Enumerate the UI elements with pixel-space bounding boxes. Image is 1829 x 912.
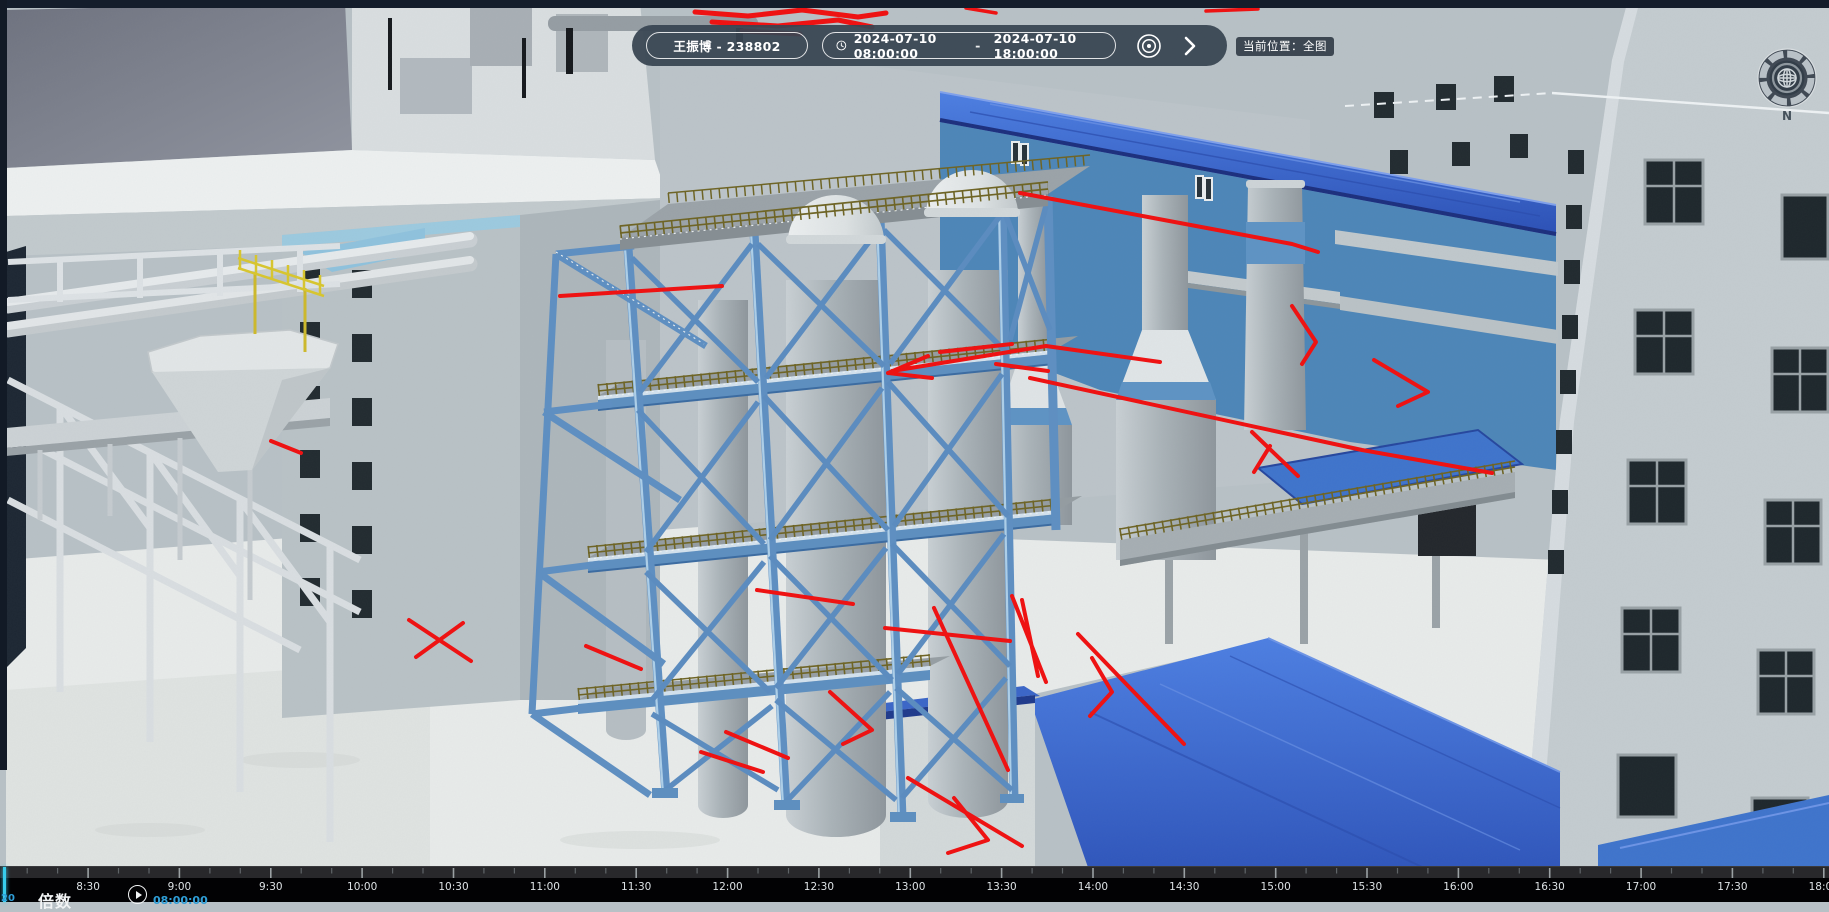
time-range-picker[interactable]: 2024-07-10 08:00:00 - 2024-07-10 18:00:0… <box>822 32 1116 59</box>
locate-icon[interactable] <box>1135 32 1162 59</box>
playback-current-time: 08:00:00 <box>153 894 208 907</box>
timeline-label: 15:30 <box>1352 881 1382 893</box>
timeline-label: 15:00 <box>1261 881 1291 893</box>
timeline-label: 14:30 <box>1169 881 1199 893</box>
top-toolbar: 王振博 - 238802 2024-07-10 08:00:00 - 2024-… <box>632 25 1227 66</box>
time-start: 2024-07-10 08:00:00 <box>854 31 962 61</box>
timeline-label: 18:00 <box>1809 881 1829 893</box>
time-end: 2024-07-10 18:00:00 <box>994 31 1102 61</box>
current-location-badge: 当前位置：全图 <box>1236 37 1334 56</box>
play-icon <box>136 891 142 899</box>
timeline-label: 13:30 <box>986 881 1016 893</box>
compass-north-label: N <box>1782 109 1792 123</box>
timeline-label: 9:00 <box>168 881 192 893</box>
clock-icon <box>836 38 847 53</box>
timeline-label: 10:30 <box>438 881 468 893</box>
3d-viewport[interactable] <box>0 0 1829 902</box>
timeline-label: 9:30 <box>259 881 283 893</box>
globe-crosshair-icon <box>1778 69 1796 87</box>
concrete-grain <box>0 0 1829 902</box>
timeline-label: 16:00 <box>1443 881 1473 893</box>
timeline-label: 8:30 <box>76 881 100 893</box>
playback-speed[interactable]: 20 <box>1 893 15 904</box>
playback-multiplier-label: 倍数 <box>38 888 72 912</box>
chevron-right-icon[interactable] <box>1176 32 1203 59</box>
time-separator: - <box>975 38 981 53</box>
timeline-label: 11:00 <box>530 881 560 893</box>
timeline-label: 16:30 <box>1535 881 1565 893</box>
timeline-label-band: 8:30 9:00 9:30 10:00 10:30 11:00 11:30 12:00 12:… <box>0 878 1829 902</box>
timeline-ruler[interactable] <box>0 866 1829 878</box>
timeline-label: 10:00 <box>347 881 377 893</box>
play-button[interactable] <box>128 885 147 904</box>
timeline-label: 13:00 <box>895 881 925 893</box>
timeline-label: 17:30 <box>1717 881 1747 893</box>
timeline-label: 17:00 <box>1626 881 1656 893</box>
compass-nav[interactable]: N <box>1750 42 1824 126</box>
person-selector[interactable]: 王振博 - 238802 <box>646 32 808 59</box>
timeline-label: 12:00 <box>712 881 742 893</box>
timeline-label: 11:30 <box>621 881 651 893</box>
timeline-label: 14:00 <box>1078 881 1108 893</box>
person-label: 王振博 - 238802 <box>673 36 780 55</box>
timeline-label: 12:30 <box>804 881 834 893</box>
